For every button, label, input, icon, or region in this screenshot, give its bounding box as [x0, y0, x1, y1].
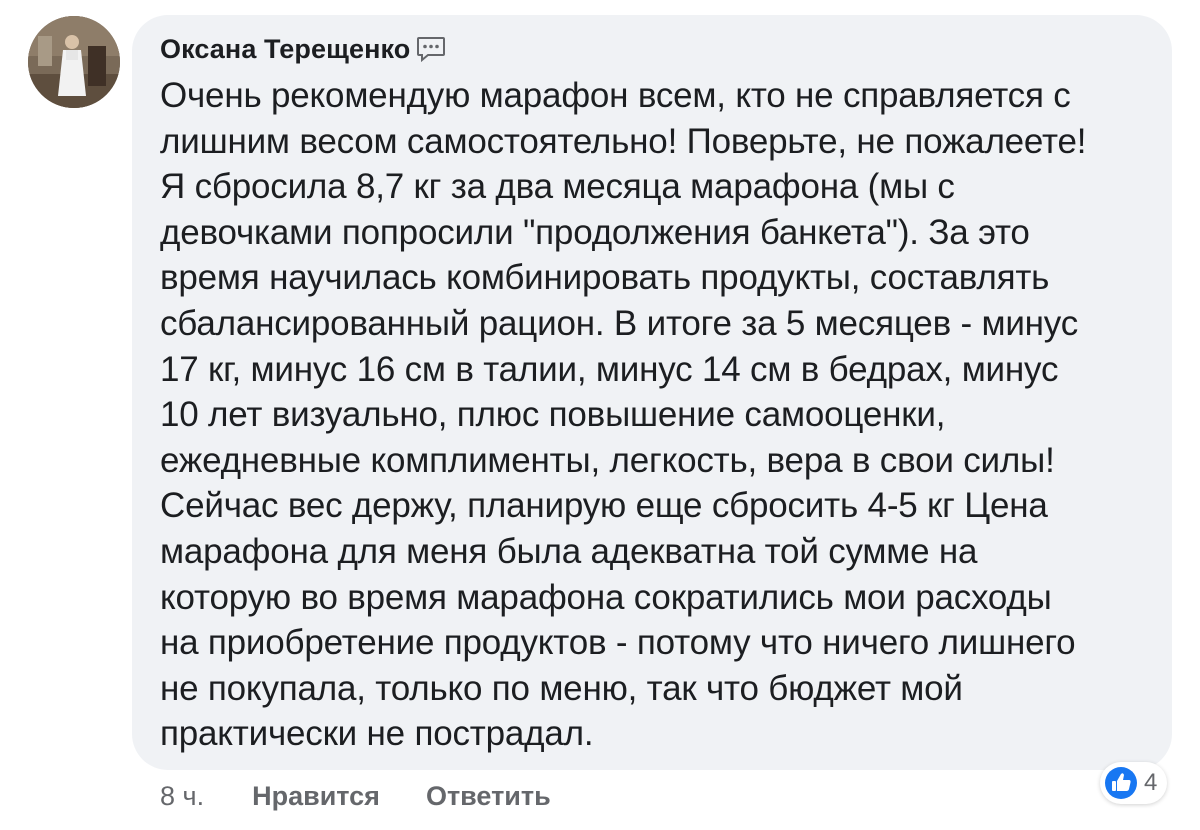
reaction-count: 4	[1144, 769, 1158, 796]
comment-actions: 8 ч. Нравится Ответить	[160, 776, 597, 816]
author-name[interactable]: Оксана Терещенко	[160, 34, 410, 65]
reply-button[interactable]: Ответить	[426, 781, 551, 812]
messenger-bubble-icon[interactable]	[416, 36, 446, 63]
profile-photo	[28, 16, 120, 108]
comment-timestamp[interactable]: 8 ч.	[160, 781, 204, 812]
comment-text: Очень рекомендую марафон всем, кто не сп…	[160, 76, 1087, 754]
author-row: Оксана Терещенко	[160, 33, 1142, 65]
comment-bubble: Оксана Терещенко Очень рекомендую марафо…	[132, 15, 1172, 770]
thumbs-up-icon	[1105, 767, 1137, 799]
reaction-summary[interactable]: 4	[1100, 762, 1168, 804]
like-button[interactable]: Нравится	[252, 781, 380, 812]
avatar[interactable]	[28, 16, 120, 108]
